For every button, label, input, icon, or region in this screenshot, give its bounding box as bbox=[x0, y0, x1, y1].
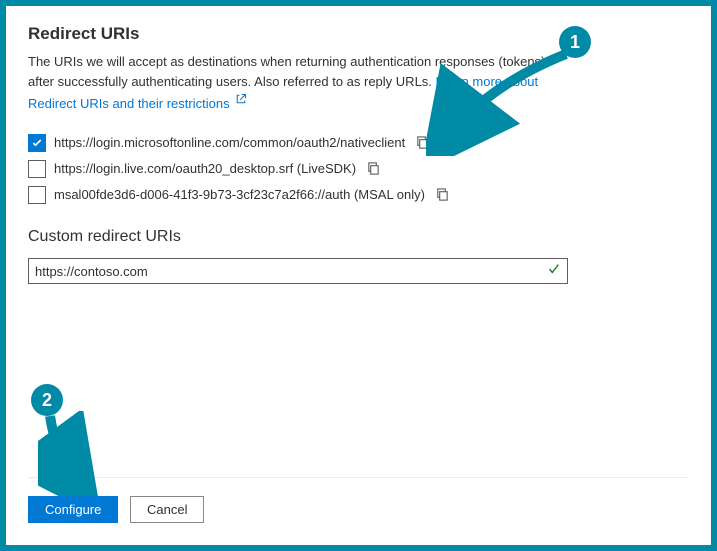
redirect-uri-row: msal00fde3d6-d006-41f3-9b73-3cf23c7a2f66… bbox=[28, 185, 689, 204]
uri-text: msal00fde3d6-d006-41f3-9b73-3cf23c7a2f66… bbox=[54, 187, 425, 202]
redirect-uri-row: https://login.microsoftonline.com/common… bbox=[28, 133, 689, 152]
footer: Configure Cancel bbox=[6, 459, 711, 545]
annotation-callout-2: 2 bbox=[31, 384, 63, 416]
annotation-arrow-1 bbox=[426, 46, 576, 156]
uri-checkbox[interactable] bbox=[28, 186, 46, 204]
custom-uri-input[interactable] bbox=[35, 264, 547, 279]
copy-icon[interactable] bbox=[364, 159, 383, 178]
custom-uri-field-wrap bbox=[28, 258, 568, 284]
footer-divider bbox=[28, 477, 689, 478]
copy-icon[interactable] bbox=[433, 185, 452, 204]
panel-content: Redirect URIs The URIs we will accept as… bbox=[6, 6, 711, 284]
checkmark-icon bbox=[547, 262, 561, 281]
panel-frame: Redirect URIs The URIs we will accept as… bbox=[0, 0, 717, 551]
uri-checkbox[interactable] bbox=[28, 134, 46, 152]
external-link-icon bbox=[235, 91, 247, 111]
annotation-arrow-2 bbox=[38, 411, 108, 496]
uri-checkbox[interactable] bbox=[28, 160, 46, 178]
custom-uris-title: Custom redirect URIs bbox=[28, 228, 689, 246]
uri-text: https://login.microsoftonline.com/common… bbox=[54, 135, 405, 150]
annotation-callout-1: 1 bbox=[559, 26, 591, 58]
cancel-button[interactable]: Cancel bbox=[130, 496, 204, 523]
uri-text: https://login.live.com/oauth20_desktop.s… bbox=[54, 161, 356, 176]
configure-button[interactable]: Configure bbox=[28, 496, 118, 523]
redirect-uri-row: https://login.live.com/oauth20_desktop.s… bbox=[28, 159, 689, 178]
